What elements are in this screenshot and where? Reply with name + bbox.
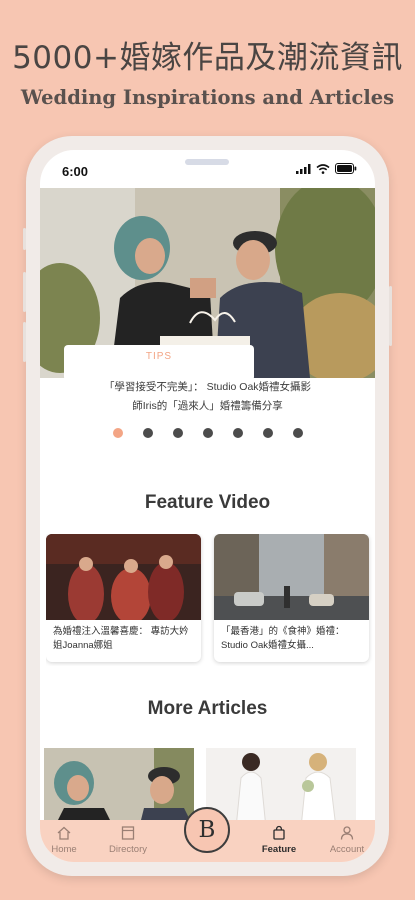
tab-account-label: Account xyxy=(329,844,365,855)
wifi-icon xyxy=(316,163,330,174)
phone-volume-down-button xyxy=(23,322,26,362)
phone-volume-up-button xyxy=(23,272,26,312)
carousel-dot[interactable] xyxy=(232,428,243,438)
center-logo-button[interactable]: B xyxy=(184,807,230,853)
app-screen: 6:00 TIPS 「學習接受不完美」： Studio Oak婚禮女攝影 師Ir… xyxy=(40,150,375,862)
person-icon xyxy=(340,826,354,840)
carousel-dot[interactable] xyxy=(142,428,153,438)
hero-caption-line2: 師Iris的「過來人」婚禮籌備分享 xyxy=(132,400,283,412)
phone-power-button xyxy=(389,286,392,346)
phone-mute-button xyxy=(23,228,26,250)
directory-icon xyxy=(121,826,135,840)
tab-feature[interactable]: Feature xyxy=(249,825,309,855)
tab-home[interactable]: Home xyxy=(40,825,94,855)
hero-tag-card: TIPS xyxy=(64,345,254,381)
status-time: 6:00 xyxy=(62,164,89,179)
video-title: 「最香港」的《食神》婚禮：Studio Oak婚禮女攝... xyxy=(221,626,345,651)
more-articles-title: More Articles xyxy=(147,698,268,719)
status-icons xyxy=(296,163,357,174)
battery-icon xyxy=(335,163,357,174)
signal-icon xyxy=(296,163,311,174)
video-title: 為婚禮注入溫馨喜慶： 專訪大妗姐Joanna娜姐 xyxy=(53,626,189,651)
promo-subheadline: Wedding Inspirations and Articles xyxy=(20,86,395,109)
video-card[interactable]: 為婚禮注入溫馨喜慶： 專訪大妗姐Joanna娜姐 xyxy=(46,534,201,662)
hero-caption[interactable]: 「學習接受不完美」： Studio Oak婚禮女攝影 師Iris的「過來人」婚禮… xyxy=(40,378,375,416)
phone-frame: 6:00 TIPS 「學習接受不完美」： Studio Oak婚禮女攝影 師Ir… xyxy=(23,136,392,876)
tab-directory[interactable]: Directory xyxy=(98,825,158,855)
carousel-dot[interactable] xyxy=(202,428,213,438)
carousel-pagination xyxy=(40,428,375,438)
carousel-dot[interactable] xyxy=(292,428,303,438)
article-thumbnail[interactable] xyxy=(44,748,194,828)
carousel-dot[interactable] xyxy=(112,428,123,438)
hero-caption-line1: 「學習接受不完美」： Studio Oak婚禮女攝影 xyxy=(103,381,312,393)
video-thumbnail xyxy=(46,534,201,620)
tab-directory-label: Directory xyxy=(108,844,147,855)
carousel-dot[interactable] xyxy=(262,428,273,438)
status-bar: 6:00 xyxy=(40,150,375,188)
speaker-notch xyxy=(185,159,229,165)
carousel-dot[interactable] xyxy=(172,428,183,438)
tab-account[interactable]: Account xyxy=(317,825,375,855)
hero-tag-label: TIPS xyxy=(145,351,173,362)
feature-video-list: 為婚禮注入溫馨喜慶： 專訪大妗姐Joanna娜姐 「最香港」的《食神》婚禮：St… xyxy=(46,534,375,666)
tab-feature-label: Feature xyxy=(261,844,297,855)
promo-headline: 5000+婚嫁作品及潮流資訊 xyxy=(12,40,403,76)
tab-home-label: Home xyxy=(51,844,77,855)
video-card[interactable]: 「最香港」的《食神》婚禮：Studio Oak婚禮女攝... xyxy=(214,534,369,662)
video-thumbnail xyxy=(214,534,369,620)
home-icon xyxy=(57,826,71,840)
bag-icon xyxy=(273,825,285,840)
article-thumbnail[interactable] xyxy=(206,748,356,828)
feature-video-title: Feature Video xyxy=(144,492,271,513)
